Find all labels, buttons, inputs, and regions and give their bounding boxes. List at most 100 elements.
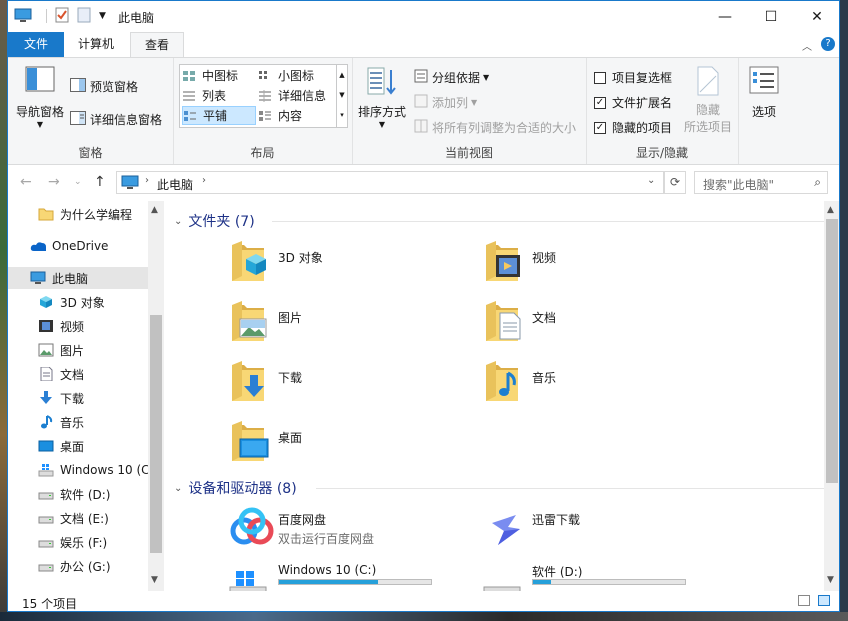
layout-tiles[interactable]: 平铺: [182, 106, 256, 125]
hidden-items-checkbox[interactable]: ✓: [594, 121, 606, 134]
folder-tile[interactable]: 文档: [482, 297, 722, 353]
maximize-button[interactable]: ☐: [748, 1, 794, 32]
device-tile[interactable]: 软件 (D:): [482, 563, 732, 591]
nav-item[interactable]: 图片: [8, 339, 148, 361]
search-icon[interactable]: ⌕: [814, 175, 821, 190]
hidden-items-toggle[interactable]: ✓ 隐藏的项目: [594, 119, 672, 136]
folders-divider: [272, 221, 824, 222]
device-tile[interactable]: 迅雷下载: [482, 505, 732, 561]
nav-item[interactable]: 音乐: [8, 411, 148, 433]
folder-tile[interactable]: 音乐: [482, 357, 722, 413]
scroll-down-icon[interactable]: ▼: [151, 575, 158, 585]
navigation-pane: 为什么学编程 OneDrive 此电脑 3D 对象 视频 图片文档下载音乐桌面 Window…: [8, 201, 164, 591]
onedrive-icon: [30, 239, 46, 253]
layout-small-icons[interactable]: 小图标: [258, 66, 332, 85]
breadcrumb[interactable]: 此电脑: [157, 176, 193, 193]
folder-tile[interactable]: 下载: [228, 357, 468, 413]
nav-item[interactable]: 下载: [8, 387, 148, 409]
folder-tile[interactable]: 3D 对象: [228, 237, 468, 293]
item-checkboxes-toggle[interactable]: 项目复选框: [594, 69, 672, 86]
up-arrow-icon[interactable]: ↑: [94, 174, 106, 190]
refresh-icon[interactable]: ⟳: [664, 171, 686, 194]
scroll-down-icon[interactable]: ▼: [827, 575, 834, 585]
layout-tiles-label: 平铺: [203, 109, 228, 123]
options-button[interactable]: 选项: [746, 66, 782, 120]
nav-item[interactable]: 桌面: [8, 435, 148, 457]
folders-header-label: 文件夹 (7): [188, 214, 255, 230]
tab-file[interactable]: 文件: [8, 32, 64, 57]
scroll-up-icon[interactable]: ▲: [827, 205, 834, 215]
size-columns-button[interactable]: 将所有列调整为合适的大小: [414, 119, 576, 136]
details-view-icon[interactable]: [798, 595, 810, 606]
customize-toolbar-chevron-icon[interactable]: ▼: [99, 11, 106, 21]
minimize-button[interactable]: —: [702, 1, 748, 32]
breadcrumb-separator-icon[interactable]: ›: [145, 175, 149, 186]
folder-tile[interactable]: 桌面: [228, 417, 468, 473]
details-pane-button[interactable]: 详细信息窗格: [70, 111, 162, 128]
back-arrow-icon[interactable]: ←: [20, 174, 32, 190]
item-checkboxes-checkbox[interactable]: [594, 71, 606, 84]
sort-by-button[interactable]: 排序方式 ▼: [358, 66, 406, 129]
nav-pane-scroll-thumb[interactable]: [150, 315, 162, 553]
nav-item[interactable]: 文档: [8, 363, 148, 385]
layout-medium-icons[interactable]: 中图标: [182, 66, 256, 85]
layout-gallery-scroller[interactable]: ▲ ▼ ▾: [336, 64, 348, 128]
tab-computer[interactable]: 计算机: [64, 32, 128, 57]
nav-item[interactable]: 软件 (D:): [8, 483, 148, 505]
nav-item[interactable]: 娱乐 (F:): [8, 531, 148, 553]
device-subtitle: 双击运行百度网盘: [278, 532, 375, 546]
help-icon[interactable]: ?: [821, 37, 835, 51]
nav-item[interactable]: 为什么学编程: [8, 203, 148, 225]
nav-pane-scrollbar[interactable]: ▲ ▼: [148, 201, 164, 591]
content-scrollbar[interactable]: ▲ ▼: [824, 201, 839, 591]
nav-item[interactable]: 文档 (E:): [8, 507, 148, 529]
recent-locations-chevron-icon[interactable]: ⌄: [74, 177, 82, 187]
drive-usage-fill: [533, 580, 552, 584]
add-columns-button[interactable]: 添加列 ▼: [414, 94, 477, 111]
forward-arrow-icon[interactable]: →: [48, 174, 60, 190]
group-by-button[interactable]: 分组依据 ▼: [414, 69, 489, 86]
folder-tile[interactable]: 图片: [228, 297, 468, 353]
search-input[interactable]: 搜索"此电脑" ⌕: [694, 171, 828, 194]
preview-pane-button[interactable]: 预览窗格: [70, 78, 138, 95]
device-tile[interactable]: 百度网盘 双击运行百度网盘: [228, 505, 478, 561]
large-icons-view-icon[interactable]: [818, 595, 830, 606]
small-icons-icon: [258, 70, 272, 82]
content-scroll-thumb[interactable]: [826, 219, 838, 483]
nav-item[interactable]: 3D 对象: [8, 291, 148, 313]
properties-icon[interactable]: [55, 7, 69, 26]
folder-tile[interactable]: 视频: [482, 237, 722, 293]
3d-objects-folder-icon: [228, 237, 272, 288]
nav-item[interactable]: 办公 (G:): [8, 555, 148, 577]
3d-objects-icon: [38, 295, 54, 309]
file-extensions-toggle[interactable]: ✓ 文件扩展名: [594, 94, 672, 111]
folders-section-header[interactable]: ⌄ 文件夹 (7): [174, 211, 255, 231]
content-pane: ⌄ 文件夹 (7) 3D 对象 视频 图片 文档 下载 音乐 桌面 ⌄ 设备和驱…: [166, 201, 824, 591]
preview-pane-icon: [70, 78, 86, 95]
nav-item[interactable]: 视频: [8, 315, 148, 337]
hide-selected-button[interactable]: 隐藏 所选项目: [682, 66, 734, 135]
add-columns-label: 添加列: [432, 96, 469, 110]
nav-item-label: 音乐: [60, 415, 85, 430]
nav-item-label: 文档: [60, 367, 85, 382]
collapse-ribbon-icon[interactable]: ︿: [802, 38, 812, 53]
nav-item[interactable]: OneDrive: [8, 235, 148, 257]
layout-content[interactable]: 内容: [258, 106, 332, 125]
breadcrumb-chevron-icon[interactable]: ›: [202, 175, 206, 186]
address-dropdown-chevron-icon[interactable]: ⌄: [647, 175, 655, 186]
scroll-up-icon[interactable]: ▲: [151, 205, 158, 215]
device-tile[interactable]: Windows 10 (C:): [228, 563, 478, 591]
documents-icon: [38, 367, 54, 381]
address-bar[interactable]: › 此电脑 › ⌄: [116, 171, 664, 194]
tab-view[interactable]: 查看: [130, 32, 185, 57]
nav-pane-button[interactable]: 导航窗格 ▼: [14, 66, 66, 129]
layout-list[interactable]: 列表: [182, 86, 256, 105]
new-folder-icon[interactable]: [77, 7, 91, 26]
devices-section-header[interactable]: ⌄ 设备和驱动器 (8): [174, 478, 297, 498]
layout-details[interactable]: 详细信息: [258, 86, 332, 105]
status-bar: 15 个项目: [8, 591, 839, 611]
nav-item[interactable]: Windows 10 (C: [8, 459, 148, 481]
close-button[interactable]: ✕: [794, 1, 839, 32]
nav-item[interactable]: 此电脑: [8, 267, 148, 289]
file-extensions-checkbox[interactable]: ✓: [594, 96, 606, 109]
